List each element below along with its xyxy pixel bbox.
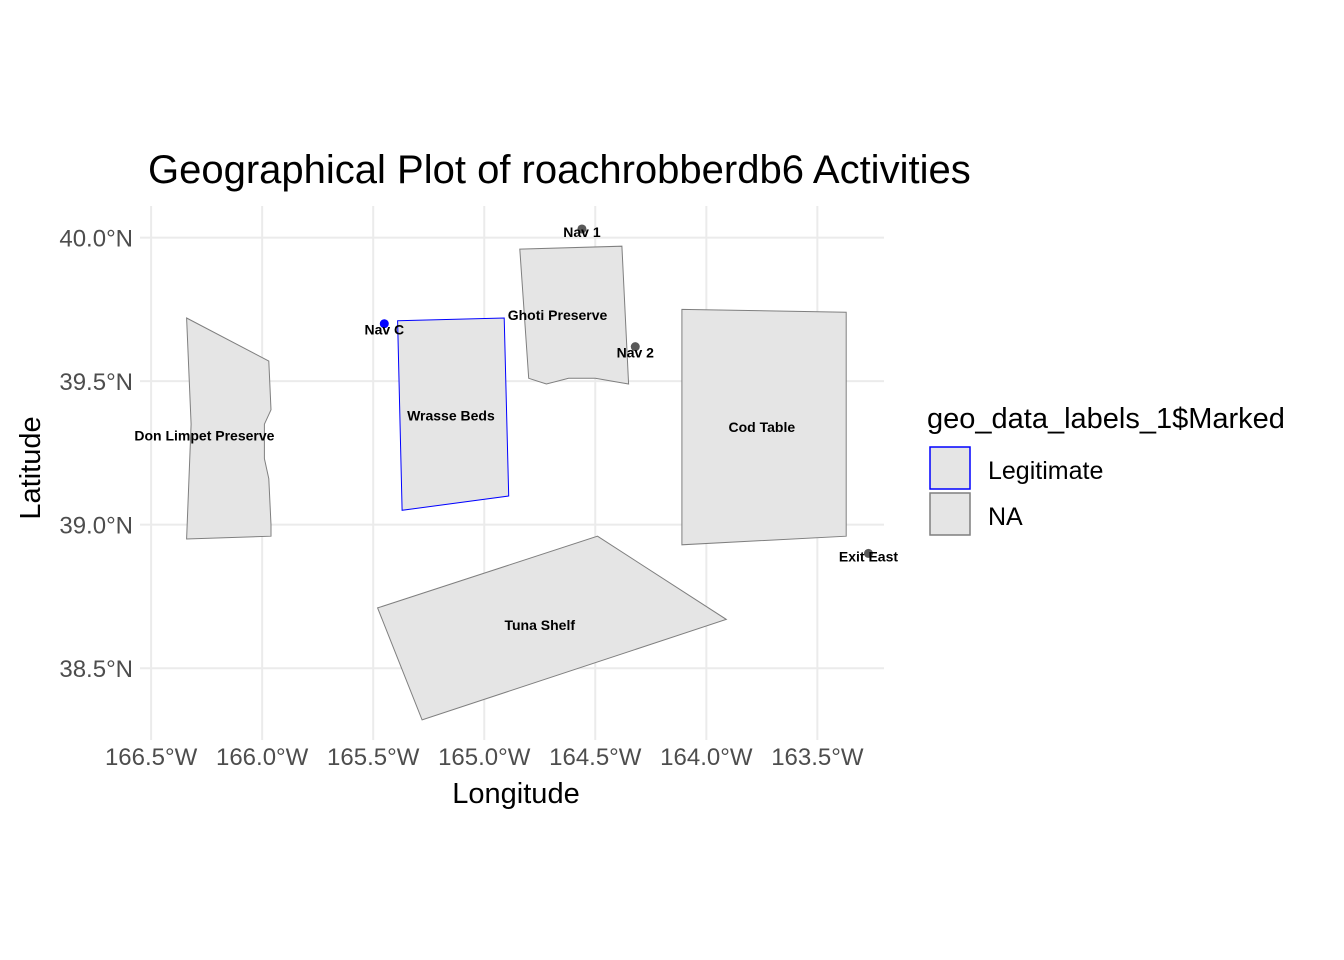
y-axis-title: Latitude (15, 416, 47, 519)
x-tick-label: 164.5°W (549, 744, 642, 771)
polygon-label-ghoti-preserve: Ghoti Preserve (508, 307, 608, 323)
polygon-label-don-limpet-preserve: Don Limpet Preserve (134, 428, 274, 444)
x-tick-label: 165.0°W (438, 744, 531, 771)
legend-label-legitimate: Legitimate (988, 457, 1103, 485)
point-label-exit-east: Exit East (839, 548, 898, 564)
x-tick-labels: 166.5°W 166.0°W 165.5°W 165.0°W 164.5°W 164.0… (105, 744, 864, 771)
x-axis-title: Longitude (452, 778, 579, 810)
x-tick-label: 164.0°W (660, 744, 753, 771)
polygon-label-wrasse-beds: Wrasse Beds (407, 408, 495, 424)
point-label-nav-1: Nav 1 (563, 224, 601, 240)
y-tick-label: 38.5°N (59, 656, 133, 683)
y-tick-labels: 38.5°N 39.0°N 39.5°N 40.0°N (59, 226, 133, 684)
y-tick-label: 40.0°N (59, 226, 133, 253)
legend-key-na (929, 492, 971, 536)
map-figure: Geographical Plot of roachrobberdb6 Acti… (15, 148, 1285, 810)
legend-label-na: NA (988, 503, 1023, 531)
legend-title: geo_data_labels_1$Marked (927, 403, 1285, 435)
polygon-label-tuna-shelf: Tuna Shelf (504, 617, 575, 633)
x-tick-label: 165.5°W (327, 744, 420, 771)
point-label-nav-c: Nav C (364, 321, 404, 337)
legend: geo_data_labels_1$Marked Legitimate NA (927, 403, 1285, 536)
y-tick-label: 39.0°N (59, 513, 133, 540)
x-tick-label: 166.5°W (105, 744, 198, 771)
x-tick-label: 166.0°W (216, 744, 309, 771)
chart-title: Geographical Plot of roachrobberdb6 Acti… (148, 148, 971, 192)
point-label-nav-2: Nav 2 (617, 344, 655, 360)
polygon-label-cod-table: Cod Table (729, 419, 796, 435)
y-tick-label: 39.5°N (59, 369, 133, 396)
x-tick-label: 163.5°W (771, 744, 864, 771)
legend-key-legitimate (929, 446, 971, 490)
